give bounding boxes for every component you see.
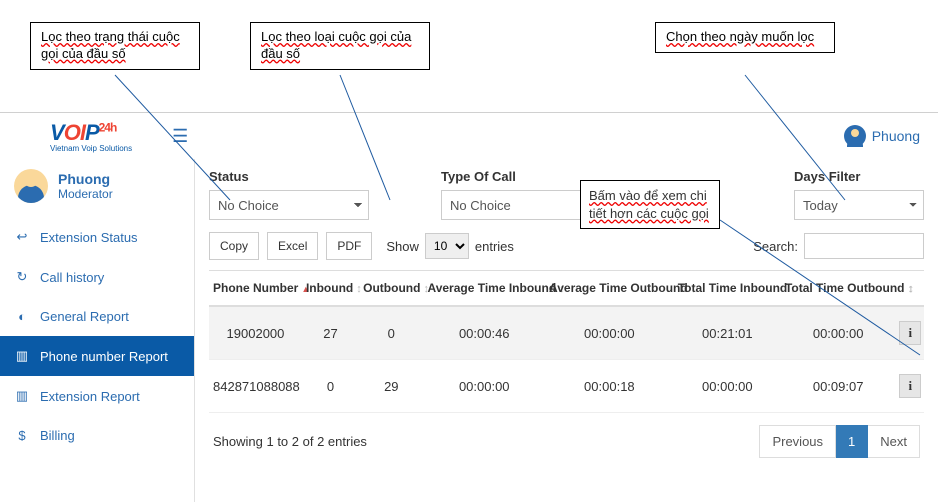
- col-tot-in[interactable]: Total Time Inbound: [674, 271, 781, 307]
- table-row: 19002000 27 0 00:00:46 00:00:00 00:21:01…: [209, 306, 924, 360]
- copy-button[interactable]: Copy: [209, 232, 259, 260]
- annotation-type: Lọc theo loại cuộc gọi của đầu số: [250, 22, 430, 70]
- col-outbound[interactable]: Outbound: [359, 271, 423, 307]
- sidebar-username: Phuong: [58, 171, 113, 187]
- table-row: 842871088088 0 29 00:00:00 00:00:18 00:0…: [209, 360, 924, 413]
- cell-phone: 19002000: [209, 306, 302, 360]
- sidebar-item-label: Billing: [40, 428, 75, 443]
- col-inbound[interactable]: Inbound: [302, 271, 359, 307]
- status-select[interactable]: No Choice: [209, 190, 369, 220]
- sidebar-item-billing[interactable]: $ Billing: [0, 416, 194, 455]
- cell-phone: 842871088088: [209, 360, 302, 413]
- cell-outbound: 0: [359, 306, 423, 360]
- pdf-button[interactable]: PDF: [326, 232, 372, 260]
- page-1-button[interactable]: 1: [836, 425, 868, 458]
- col-avg-out[interactable]: Average Time Outbound: [545, 271, 674, 307]
- cell-avg-in: 00:00:00: [423, 360, 545, 413]
- sidebar-item-phone-number-report[interactable]: ▥ Phone number Report: [0, 336, 194, 376]
- sidebar-item-extension-report[interactable]: ▥ Extension Report: [0, 376, 194, 416]
- next-button[interactable]: Next: [868, 425, 920, 458]
- cell-inbound: 27: [302, 306, 359, 360]
- type-of-call-select[interactable]: No Choice: [441, 190, 601, 220]
- table-info: Showing 1 to 2 of 2 entries: [213, 434, 367, 449]
- user-name: Phuong: [872, 128, 920, 144]
- pagination: Previous 1 Next: [759, 425, 920, 458]
- sidebar-item-label: Extension Status: [40, 230, 138, 245]
- show-pre: Show: [386, 239, 419, 254]
- prev-button[interactable]: Previous: [759, 425, 836, 458]
- col-phone[interactable]: Phone Number: [209, 271, 302, 307]
- sidebar-item-call-history[interactable]: ↻ Call history: [0, 257, 194, 297]
- show-post: entries: [475, 239, 514, 254]
- barchart-icon: ▥: [14, 388, 30, 404]
- barchart-icon: ▥: [14, 348, 30, 364]
- main-content: Status No Choice Type Of Call No Choice …: [195, 159, 938, 502]
- excel-button[interactable]: Excel: [267, 232, 318, 260]
- cell-outbound: 29: [359, 360, 423, 413]
- avatar: [14, 169, 48, 203]
- days-label: Days Filter: [794, 169, 924, 184]
- cell-avg-in: 00:00:46: [423, 306, 545, 360]
- annotation-status: Lọc theo trạng thái cuộc gọi của đầu số: [30, 22, 200, 70]
- sidebar-item-label: Call history: [40, 270, 104, 285]
- status-label: Status: [209, 169, 369, 184]
- dollar-icon: $: [14, 428, 30, 443]
- sidebar-item-extension-status[interactable]: ↩ Extension Status: [0, 217, 194, 257]
- col-tot-out[interactable]: Total Time Outbound: [781, 271, 895, 307]
- type-label: Type Of Call: [441, 169, 601, 184]
- sidebar-item-label: General Report: [40, 309, 129, 324]
- history-icon: ↻: [14, 269, 30, 285]
- cell-tot-in: 00:00:00: [674, 360, 781, 413]
- col-avg-in[interactable]: Average Time Inbound: [423, 271, 545, 307]
- cell-avg-out: 00:00:18: [545, 360, 674, 413]
- sidebar: Phuong Moderator ↩ Extension Status ↻ Ca…: [0, 159, 195, 502]
- cell-tot-out: 00:09:07: [781, 360, 895, 413]
- info-button[interactable]: i: [899, 374, 921, 398]
- piechart-icon: ◐: [14, 309, 30, 324]
- sidebar-role: Moderator: [58, 187, 113, 201]
- user-menu[interactable]: Phuong: [844, 125, 920, 147]
- share-icon: ↩: [14, 229, 30, 245]
- days-filter-select[interactable]: Today: [794, 190, 924, 220]
- sidebar-item-general-report[interactable]: ◐ General Report: [0, 297, 194, 336]
- col-info[interactable]: [895, 271, 924, 307]
- cell-inbound: 0: [302, 360, 359, 413]
- sidebar-item-label: Extension Report: [40, 389, 140, 404]
- cell-tot-in: 00:21:01: [674, 306, 781, 360]
- search-input[interactable]: [804, 233, 924, 259]
- sidebar-user: Phuong Moderator: [0, 159, 194, 217]
- logo: VOIP24h Vietnam Voip Solutions: [50, 120, 132, 153]
- info-button[interactable]: i: [899, 321, 921, 345]
- annotation-info: Bấm vào để xem chi tiết hơn các cuộc gọi: [580, 180, 720, 229]
- hamburger-icon[interactable]: ☰: [172, 126, 188, 147]
- page-length-select[interactable]: 10: [425, 233, 469, 259]
- sidebar-item-label: Phone number Report: [40, 349, 168, 364]
- data-table: Phone Number Inbound Outbound Average Ti…: [209, 270, 924, 413]
- annotation-days: Chọn theo ngày muốn lọc: [655, 22, 835, 53]
- search-label: Search:: [753, 239, 798, 254]
- topbar: VOIP24h Vietnam Voip Solutions ☰ Phuong: [0, 113, 938, 159]
- cell-tot-out: 00:00:00: [781, 306, 895, 360]
- avatar-icon: [844, 125, 866, 147]
- cell-avg-out: 00:00:00: [545, 306, 674, 360]
